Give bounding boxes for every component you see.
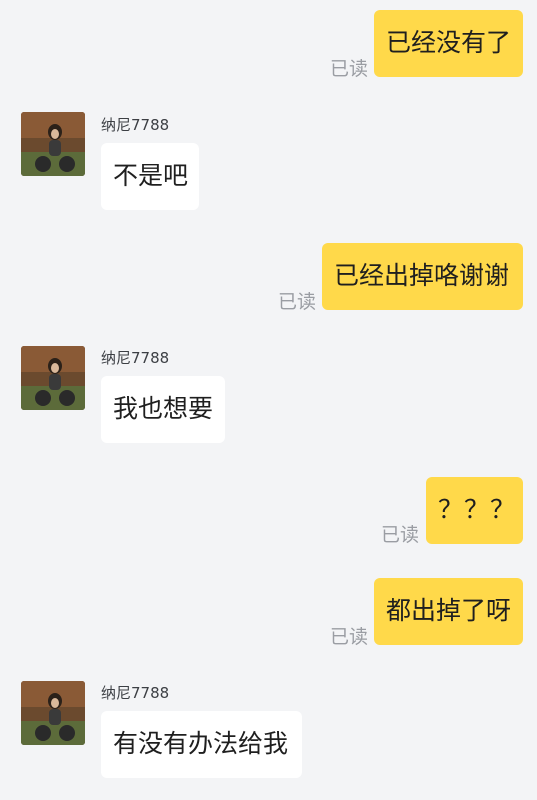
message-bubble[interactable]: 都出掉了呀 bbox=[374, 578, 523, 645]
message-bubble[interactable]: 我也想要 bbox=[101, 376, 225, 443]
avatar[interactable] bbox=[21, 346, 85, 410]
sender-name: 纳尼7788 bbox=[101, 349, 170, 367]
sender-name: 纳尼7788 bbox=[101, 116, 170, 134]
message-bubble[interactable]: 已经没有了 bbox=[374, 10, 523, 77]
avatar-photo-icon bbox=[21, 681, 85, 745]
message-bubble[interactable]: 有没有办法给我 bbox=[101, 711, 302, 778]
avatar[interactable] bbox=[21, 112, 85, 176]
read-receipt: 已读 bbox=[278, 291, 317, 313]
avatar-photo-icon bbox=[21, 346, 85, 410]
avatar-photo-icon bbox=[21, 112, 85, 176]
message-bubble[interactable]: 不是吧 bbox=[101, 143, 199, 210]
read-receipt: 已读 bbox=[330, 58, 369, 80]
read-receipt: 已读 bbox=[381, 524, 420, 546]
message-bubble[interactable]: ？？？ bbox=[426, 477, 523, 544]
avatar[interactable] bbox=[21, 681, 85, 745]
sender-name: 纳尼7788 bbox=[101, 684, 170, 702]
read-receipt: 已读 bbox=[330, 626, 369, 648]
message-bubble[interactable]: 已经出掉咯谢谢 bbox=[322, 243, 523, 310]
